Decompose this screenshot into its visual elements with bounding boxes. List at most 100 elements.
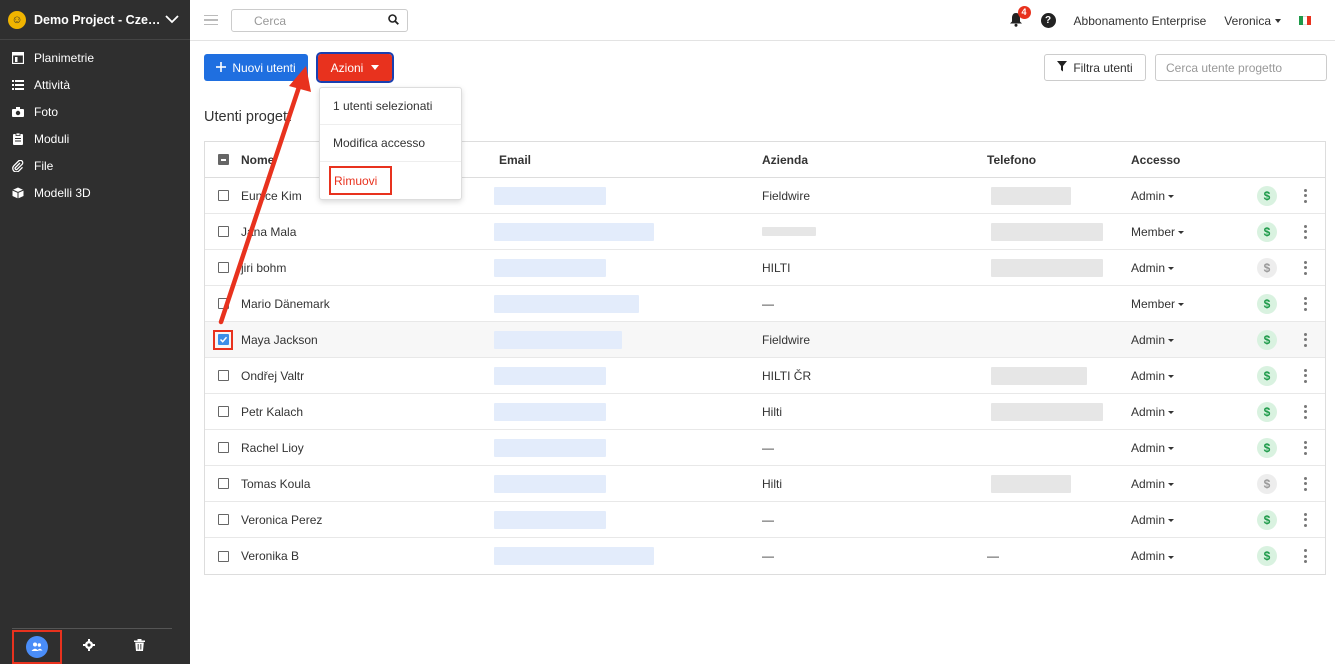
project-settings-button[interactable] [64, 630, 114, 664]
row-more-button[interactable] [1287, 296, 1323, 311]
row-more-button[interactable] [1287, 368, 1323, 383]
row-more-button[interactable] [1287, 188, 1323, 203]
checkbox-cell[interactable] [205, 406, 241, 417]
table-row[interactable]: Jana Mala Member $ [205, 214, 1325, 250]
access-dropdown[interactable]: Admin [1131, 549, 1247, 563]
row-checkbox[interactable] [217, 262, 229, 273]
billing-on-icon[interactable]: $ [1257, 365, 1277, 386]
access-dropdown[interactable]: Admin [1131, 405, 1247, 419]
project-users-button[interactable] [12, 629, 62, 664]
checkbox-cell[interactable] [205, 442, 241, 453]
billing-cell[interactable]: $ [1247, 473, 1287, 494]
row-checkbox[interactable] [217, 190, 229, 201]
billing-cell[interactable]: $ [1247, 257, 1287, 278]
table-row[interactable]: Tomas Koula Hilti Admin $ [205, 466, 1325, 502]
notifications-button[interactable]: 4 [1005, 5, 1031, 32]
search-icon[interactable] [388, 13, 399, 28]
billing-cell[interactable]: $ [1247, 221, 1287, 242]
billing-on-icon[interactable]: $ [1257, 437, 1277, 458]
billing-cell[interactable]: $ [1247, 546, 1287, 566]
checkbox-cell[interactable] [205, 550, 241, 562]
row-checkbox[interactable] [217, 334, 229, 345]
user-menu[interactable]: Veronica [1224, 14, 1281, 28]
billing-cell[interactable]: $ [1247, 185, 1287, 206]
checkbox-cell[interactable] [205, 329, 241, 350]
checkbox-cell[interactable] [205, 190, 241, 201]
table-row[interactable]: Mario Dänemark — Member $ [205, 286, 1325, 322]
billing-on-icon[interactable]: $ [1257, 401, 1277, 422]
access-dropdown[interactable]: Admin [1131, 333, 1247, 347]
access-dropdown[interactable]: Admin [1131, 369, 1247, 383]
row-checkbox[interactable] [217, 442, 229, 453]
table-row[interactable]: Veronica Perez — Admin $ [205, 502, 1325, 538]
row-checkbox-highlight[interactable] [213, 329, 233, 350]
checkbox-cell[interactable] [205, 514, 241, 525]
access-dropdown[interactable]: Admin [1131, 441, 1247, 455]
sidebar-item-attivita[interactable]: Attività [0, 71, 190, 98]
row-more-button[interactable] [1287, 440, 1323, 455]
global-search-input[interactable] [254, 13, 388, 28]
project-user-search-input[interactable] [1166, 60, 1316, 75]
table-row[interactable]: Ondřej Valtr HILTI ČR Admin $ [205, 358, 1325, 394]
edit-access-item[interactable]: Modifica accesso [320, 125, 461, 162]
plan-link[interactable]: Abbonamento Enterprise [1074, 14, 1207, 28]
remove-item[interactable]: Rimuovi [320, 162, 461, 199]
access-dropdown[interactable]: Admin [1131, 513, 1247, 527]
table-row[interactable]: Petr Kalach Hilti Admin $ [205, 394, 1325, 430]
access-dropdown[interactable]: Admin [1131, 477, 1247, 491]
select-all-checkbox[interactable] [217, 154, 229, 165]
access-dropdown[interactable]: Admin [1131, 189, 1247, 203]
project-switcher[interactable]: ☺ Demo Project - Cze… [0, 0, 190, 40]
billing-on-icon[interactable]: $ [1257, 509, 1277, 530]
billing-cell[interactable]: $ [1247, 401, 1287, 422]
row-checkbox[interactable] [217, 478, 229, 489]
new-users-button[interactable]: Nuovi utenti [204, 54, 308, 81]
row-more-button[interactable] [1287, 549, 1323, 563]
checkbox-cell[interactable] [205, 478, 241, 489]
row-checkbox[interactable] [217, 298, 229, 309]
billing-cell[interactable]: $ [1247, 329, 1287, 350]
row-checkbox[interactable] [217, 370, 229, 381]
header-company[interactable]: Azienda [762, 153, 987, 167]
checkbox-cell[interactable] [205, 370, 241, 381]
row-more-button[interactable] [1287, 224, 1323, 239]
row-more-button[interactable] [1287, 260, 1323, 275]
checkbox-cell[interactable] [205, 226, 241, 237]
actions-dropdown-button[interactable]: Azioni [316, 52, 394, 83]
sidebar-item-moduli[interactable]: Moduli [0, 125, 190, 152]
checkbox-cell[interactable] [205, 298, 241, 309]
help-icon[interactable]: ? [1040, 13, 1056, 28]
table-row[interactable]: jiri bohm HILTI Admin $ [205, 250, 1325, 286]
header-email[interactable]: Email [499, 153, 762, 167]
sidebar-item-foto[interactable]: Foto [0, 98, 190, 125]
access-dropdown[interactable]: Member [1131, 297, 1247, 311]
billing-on-icon[interactable]: $ [1257, 293, 1277, 314]
billing-off-icon[interactable]: $ [1257, 473, 1277, 494]
row-checkbox[interactable] [217, 514, 229, 525]
billing-on-icon[interactable]: $ [1257, 329, 1277, 350]
billing-on-icon[interactable]: $ [1257, 185, 1277, 206]
header-phone[interactable]: Telefono [987, 153, 1131, 167]
billing-cell[interactable]: $ [1247, 293, 1287, 314]
billing-cell[interactable]: $ [1247, 437, 1287, 458]
access-dropdown[interactable]: Member [1131, 225, 1247, 239]
sidebar-item-modelli-3d[interactable]: Modelli 3D [0, 179, 190, 206]
sidebar-item-planimetrie[interactable]: Planimetrie [0, 44, 190, 71]
project-user-search[interactable] [1155, 54, 1327, 81]
filter-users-button[interactable]: Filtra utenti [1044, 54, 1146, 81]
italy-flag-icon[interactable] [1299, 16, 1311, 25]
trash-button[interactable] [114, 630, 164, 664]
row-more-button[interactable] [1287, 512, 1323, 527]
hamburger-icon[interactable] [204, 14, 224, 26]
row-checkbox[interactable] [217, 406, 229, 417]
row-checkbox[interactable] [217, 226, 229, 237]
billing-cell[interactable]: $ [1247, 509, 1287, 530]
table-row[interactable]: Maya Jackson Fieldwire Admin $ [205, 322, 1325, 358]
chevron-down-icon[interactable] [162, 10, 182, 30]
billing-on-icon[interactable]: $ [1257, 221, 1277, 242]
row-checkbox[interactable] [217, 550, 229, 562]
sidebar-item-file[interactable]: File [0, 152, 190, 179]
checkbox-cell[interactable] [205, 262, 241, 273]
table-row[interactable]: Veronika B — — Admin $ [205, 538, 1325, 574]
row-more-button[interactable] [1287, 404, 1323, 419]
